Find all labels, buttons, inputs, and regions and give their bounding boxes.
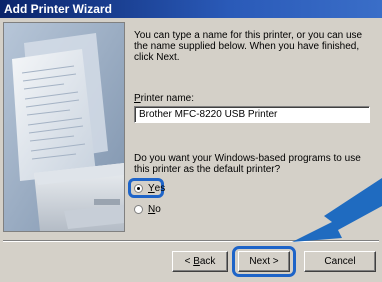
wizard-window: Add Printer Wizard You can type a name f…	[0, 0, 382, 282]
pointer-arrow-icon	[292, 178, 382, 242]
